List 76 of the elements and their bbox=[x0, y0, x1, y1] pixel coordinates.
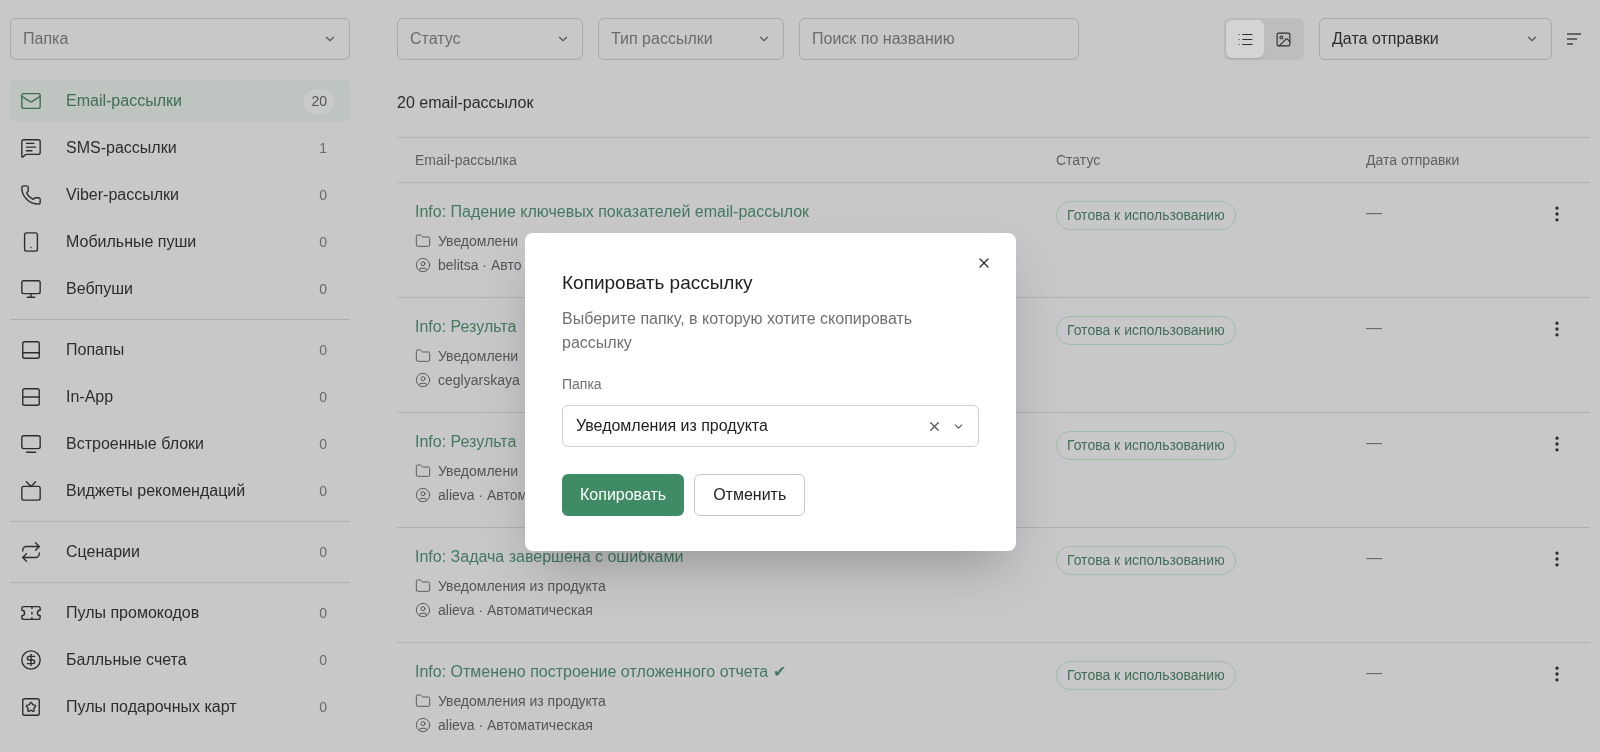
author-info: belitsa · Авто bbox=[438, 256, 522, 274]
column-header: Дата отправки bbox=[1366, 150, 1460, 170]
sidebar-item[interactable]: Email-рассылки 20 bbox=[10, 80, 350, 122]
sort-select[interactable]: Дата отправки bbox=[1319, 18, 1552, 60]
dialog-description: Выберите папку, в которую хотите скопировать рассылку bbox=[562, 309, 914, 353]
author-info: alieva · Автоматическая bbox=[438, 716, 593, 734]
sidebar-item[interactable]: Пулы подарочных карт 0 bbox=[10, 686, 350, 728]
folder-icon bbox=[415, 348, 431, 364]
results-count: 20 email-рассылок bbox=[397, 93, 535, 113]
folder-icon bbox=[415, 233, 431, 249]
count-label: 0 bbox=[318, 185, 328, 205]
star-square-icon bbox=[20, 696, 42, 718]
send-date: — bbox=[1366, 664, 1382, 681]
rows-icon bbox=[20, 386, 42, 408]
sidebar-item[interactable]: Виджеты рекомендаций 0 bbox=[10, 470, 350, 512]
count-badge: 20 bbox=[304, 88, 334, 114]
repeat-arrows-icon bbox=[20, 541, 42, 563]
folder-icon bbox=[415, 578, 431, 594]
column-header: Email-рассылка bbox=[414, 150, 518, 170]
user-icon bbox=[415, 602, 431, 618]
send-date: — bbox=[1366, 434, 1382, 451]
folder-name: Уведомлени bbox=[438, 462, 518, 480]
count-label: 0 bbox=[318, 603, 328, 623]
list-view-button[interactable] bbox=[1226, 20, 1264, 58]
count-label: 0 bbox=[318, 650, 328, 670]
folder-name: Уведомлени bbox=[438, 347, 518, 365]
dialog-title: Копировать рассылку bbox=[562, 271, 754, 295]
user-icon bbox=[415, 717, 431, 733]
sidebar-item[interactable]: Мобильные пуши 0 bbox=[10, 221, 350, 263]
count-label: 1 bbox=[318, 138, 328, 158]
send-date: — bbox=[1366, 204, 1382, 221]
column-header: Статус bbox=[1056, 150, 1102, 170]
sidebar-item[interactable]: SMS-рассылки 1 bbox=[10, 127, 350, 169]
count-label: 0 bbox=[318, 697, 328, 717]
chat-icon bbox=[20, 137, 42, 159]
sidebar-item[interactable]: In-App 0 bbox=[10, 376, 350, 418]
count-label: 0 bbox=[318, 340, 328, 360]
dollar-coin-icon bbox=[20, 649, 42, 671]
folder-select[interactable]: Уведомления из продукта bbox=[562, 405, 979, 447]
sidebar-item[interactable]: Встроенные блоки 0 bbox=[10, 423, 350, 465]
user-icon bbox=[415, 487, 431, 503]
count-label: 0 bbox=[318, 434, 328, 454]
envelope-icon bbox=[20, 90, 42, 112]
image-icon bbox=[1274, 30, 1292, 48]
copy-button[interactable]: Копировать bbox=[562, 474, 685, 516]
send-date: — bbox=[1366, 319, 1382, 336]
sidebar-item[interactable]: Пулы промокодов 0 bbox=[10, 592, 350, 634]
folder-name: Уведомления из продукта bbox=[438, 577, 606, 595]
count-label: 0 bbox=[318, 542, 328, 562]
sidebar-item[interactable]: Попапы 0 bbox=[10, 329, 350, 371]
panel-icon bbox=[20, 339, 42, 361]
folder-name: Уведомлени bbox=[438, 232, 518, 250]
folder-icon bbox=[415, 463, 431, 479]
author-info: alieva · Автоматическая bbox=[438, 601, 593, 619]
count-label: 0 bbox=[318, 481, 328, 501]
sidebar-item[interactable]: Viber-рассылки 0 bbox=[10, 174, 350, 216]
folder-icon bbox=[415, 693, 431, 709]
cancel-button[interactable]: Отменить bbox=[694, 474, 806, 516]
search-field[interactable]: Поиск по названию bbox=[799, 18, 1079, 60]
field-label: Папка bbox=[562, 375, 603, 394]
count-label: 0 bbox=[318, 232, 328, 252]
screen-icon bbox=[20, 433, 42, 455]
user-icon bbox=[415, 257, 431, 273]
author-info: ceglyarskaya bbox=[438, 371, 520, 389]
monitor-icon bbox=[20, 278, 42, 300]
send-date: — bbox=[1366, 549, 1382, 566]
phone-icon bbox=[20, 184, 42, 206]
sidebar-item[interactable]: Балльные счета 0 bbox=[10, 639, 350, 681]
folder-name: Уведомления из продукта bbox=[438, 692, 606, 710]
user-icon bbox=[415, 372, 431, 388]
sidebar-item[interactable]: Вебпуши 0 bbox=[10, 268, 350, 310]
sidebar-item[interactable]: Сценарии 0 bbox=[10, 531, 350, 573]
count-label: 0 bbox=[318, 387, 328, 407]
screen-icon bbox=[20, 480, 42, 502]
sort-icon[interactable] bbox=[1566, 33, 1582, 45]
count-label: 0 bbox=[318, 279, 328, 299]
